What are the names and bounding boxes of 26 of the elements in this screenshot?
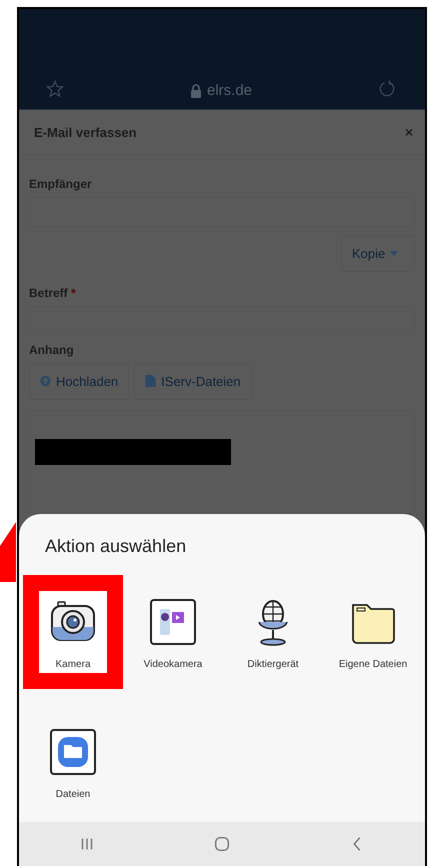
app-option[interactable]: Eigene Dateien [323,575,423,689]
video-camera-icon [148,597,198,647]
lock-icon [190,84,202,98]
app-option[interactable]: Videokamera [123,575,223,689]
field-label: Anhang [29,342,75,357]
sheet-title: Aktion auswählen [45,536,188,557]
app-label: Diktiergerät [247,659,299,670]
field-label: Empfänger [29,177,93,192]
app-label: Eigene Dateien [338,659,408,670]
app-option[interactable]: Dateien [23,705,123,819]
reload-icon[interactable] [377,79,397,99]
app-option[interactable]: Kamera [23,575,123,689]
file-icon [145,375,156,388]
caret-icon [390,250,398,256]
folder-app-icon [48,727,98,777]
star-icon [45,79,65,99]
dialog-title: E-Mail verfassen [34,124,137,140]
message-field[interactable] [29,410,415,514]
annotation-arrow [0,522,16,582]
app-label: Kamera [55,659,90,670]
home-icon[interactable] [212,835,231,853]
app-option[interactable]: Diktiergerät [223,575,323,689]
app-label: Videokamera [144,659,202,670]
app-label: Dateien [56,789,90,800]
upload-icon [40,375,51,388]
field-label: Betreff * [29,286,77,300]
